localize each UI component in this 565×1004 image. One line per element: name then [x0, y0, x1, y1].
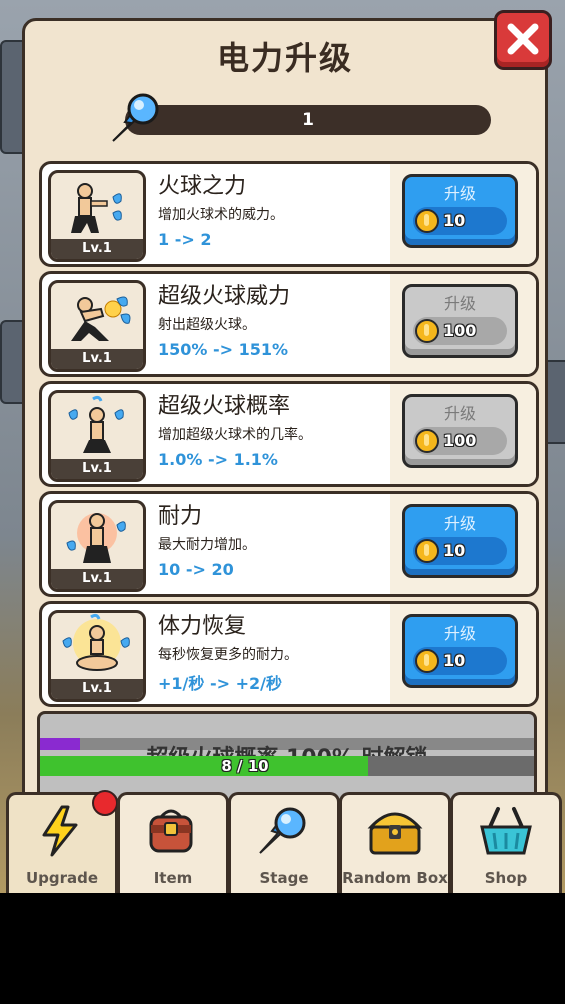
- upgrade-change: 1.0% -> 1.1%: [158, 450, 278, 469]
- notification-badge: [92, 790, 118, 816]
- upgrade-card: Lv.1 火球之力 增加火球术的威力。 1 -> 2 升级 10: [39, 161, 539, 267]
- upgrade-button[interactable]: 升级 100: [402, 284, 518, 358]
- level-label: Lv.1: [51, 679, 143, 699]
- nav-tab-random-box[interactable]: Random Box: [339, 792, 451, 893]
- level-label: Lv.1: [51, 239, 143, 259]
- cost-pill: 10: [413, 207, 507, 235]
- upgrade-button-label: 升级: [443, 514, 476, 533]
- monk-punch-icon: [71, 183, 122, 233]
- nav-label: Random Box: [342, 869, 448, 887]
- upgrade-title: 体力恢复: [158, 614, 247, 639]
- upgrade-title: 超级火球威力: [158, 284, 291, 309]
- cost-value: 100: [443, 431, 477, 450]
- upgrade-change: 1 -> 2: [158, 230, 212, 249]
- nav-tab-item[interactable]: Item: [117, 792, 229, 893]
- cost-value: 10: [443, 211, 466, 230]
- cost-value: 10: [443, 541, 466, 560]
- upgrade-button-label: 升级: [443, 294, 476, 313]
- coin-icon: [415, 209, 439, 233]
- upgrade-button[interactable]: 升级 100: [402, 394, 518, 468]
- upgrade-button-label: 升级: [443, 184, 476, 203]
- cost-pill: 10: [413, 647, 507, 675]
- backpack-icon: [149, 809, 193, 853]
- bottom-nav: Upgrade Item Stage Random Box Shop: [0, 790, 565, 893]
- upgrade-title: 超级火球概率: [158, 394, 291, 419]
- energy-bar: 1: [125, 105, 491, 135]
- upgrade-description: 增加超级火球术的几率。: [158, 427, 312, 443]
- upgrade-button[interactable]: 升级 10: [402, 504, 518, 578]
- upgrade-change: 150% -> 151%: [158, 340, 289, 359]
- upgrade-portrait: Lv.1: [48, 390, 146, 482]
- nav-label: Item: [153, 869, 193, 887]
- energy-fireball-icon: [112, 93, 159, 142]
- cost-pill: 100: [413, 317, 507, 345]
- fireball-icon: [259, 807, 306, 854]
- progress-label: 8 / 10: [221, 757, 269, 775]
- upgrade-description: 射出超级火球。: [158, 317, 256, 333]
- close-button[interactable]: [494, 10, 552, 70]
- upgrade-card: Lv.1 体力恢复 每秒恢复更多的耐力。 +1/秒 -> +2/秒 升级 10: [39, 601, 539, 707]
- monk-raise-icon: [68, 395, 124, 453]
- upgrade-title: 火球之力: [158, 174, 247, 199]
- coin-icon: [415, 319, 439, 343]
- upgrade-card: Lv.1 耐力 最大耐力增加。 10 -> 20 升级 10: [39, 491, 539, 597]
- upgrade-button[interactable]: 升级 10: [402, 614, 518, 688]
- upgrade-description: 增加火球术的威力。: [158, 207, 284, 223]
- cost-pill: 100: [413, 427, 507, 455]
- lightning-icon: [42, 805, 78, 857]
- letterbox-bottom: [0, 893, 565, 1004]
- close-icon: [507, 23, 539, 55]
- monk-blast-icon: [71, 296, 131, 341]
- upgrade-description: 最大耐力增加。: [158, 537, 256, 553]
- basket-icon: [480, 807, 532, 855]
- level-label: Lv.1: [51, 569, 143, 589]
- nav-label: Stage: [259, 869, 309, 887]
- upgrade-portrait: Lv.1: [48, 500, 146, 592]
- panel-title: 电力升级: [216, 39, 353, 77]
- treasure-chest-icon: [367, 812, 423, 855]
- upgrade-card: Lv.1 超级火球概率 增加超级火球术的几率。 1.0% -> 1.1% 升级 …: [39, 381, 539, 487]
- cost-value: 100: [443, 321, 477, 340]
- nav-tab-shop[interactable]: Shop: [450, 792, 562, 893]
- level-label: Lv.1: [51, 349, 143, 369]
- nav-label: Upgrade: [25, 869, 99, 887]
- nav-tab-stage[interactable]: Stage: [228, 792, 340, 893]
- upgrade-change: 10 -> 20: [158, 560, 234, 579]
- coin-icon: [415, 649, 439, 673]
- upgrade-card: Lv.1 超级火球威力 射出超级火球。 150% -> 151% 升级 100: [39, 271, 539, 377]
- upgrade-portrait: Lv.1: [48, 610, 146, 702]
- level-label: Lv.1: [51, 459, 143, 479]
- upgrade-button[interactable]: 升级 10: [402, 174, 518, 248]
- upgrade-portrait: Lv.1: [48, 170, 146, 262]
- monk-meditate-icon: [62, 613, 130, 671]
- coin-icon: [415, 429, 439, 453]
- upgrade-change: +1/秒 -> +2/秒: [158, 674, 282, 693]
- upgrade-button-label: 升级: [443, 404, 476, 423]
- game-scene: 电力升级 1 Lv.1 火球之力 增加火球术的威力。 1 -> 2 升级 10 …: [0, 0, 565, 893]
- cost-value: 10: [443, 651, 466, 670]
- monk-fire-icon: [66, 513, 126, 563]
- energy-value: 1: [302, 110, 314, 130]
- nav-label: Shop: [484, 869, 528, 887]
- upgrade-portrait: Lv.1: [48, 280, 146, 372]
- upgrade-button-label: 升级: [443, 624, 476, 643]
- coin-icon: [415, 539, 439, 563]
- upgrade-panel: 电力升级 1 Lv.1 火球之力 增加火球术的威力。 1 -> 2 升级 10 …: [22, 18, 548, 844]
- upgrade-description: 每秒恢复更多的耐力。: [158, 647, 298, 663]
- cost-pill: 10: [413, 537, 507, 565]
- upgrade-title: 耐力: [158, 504, 203, 529]
